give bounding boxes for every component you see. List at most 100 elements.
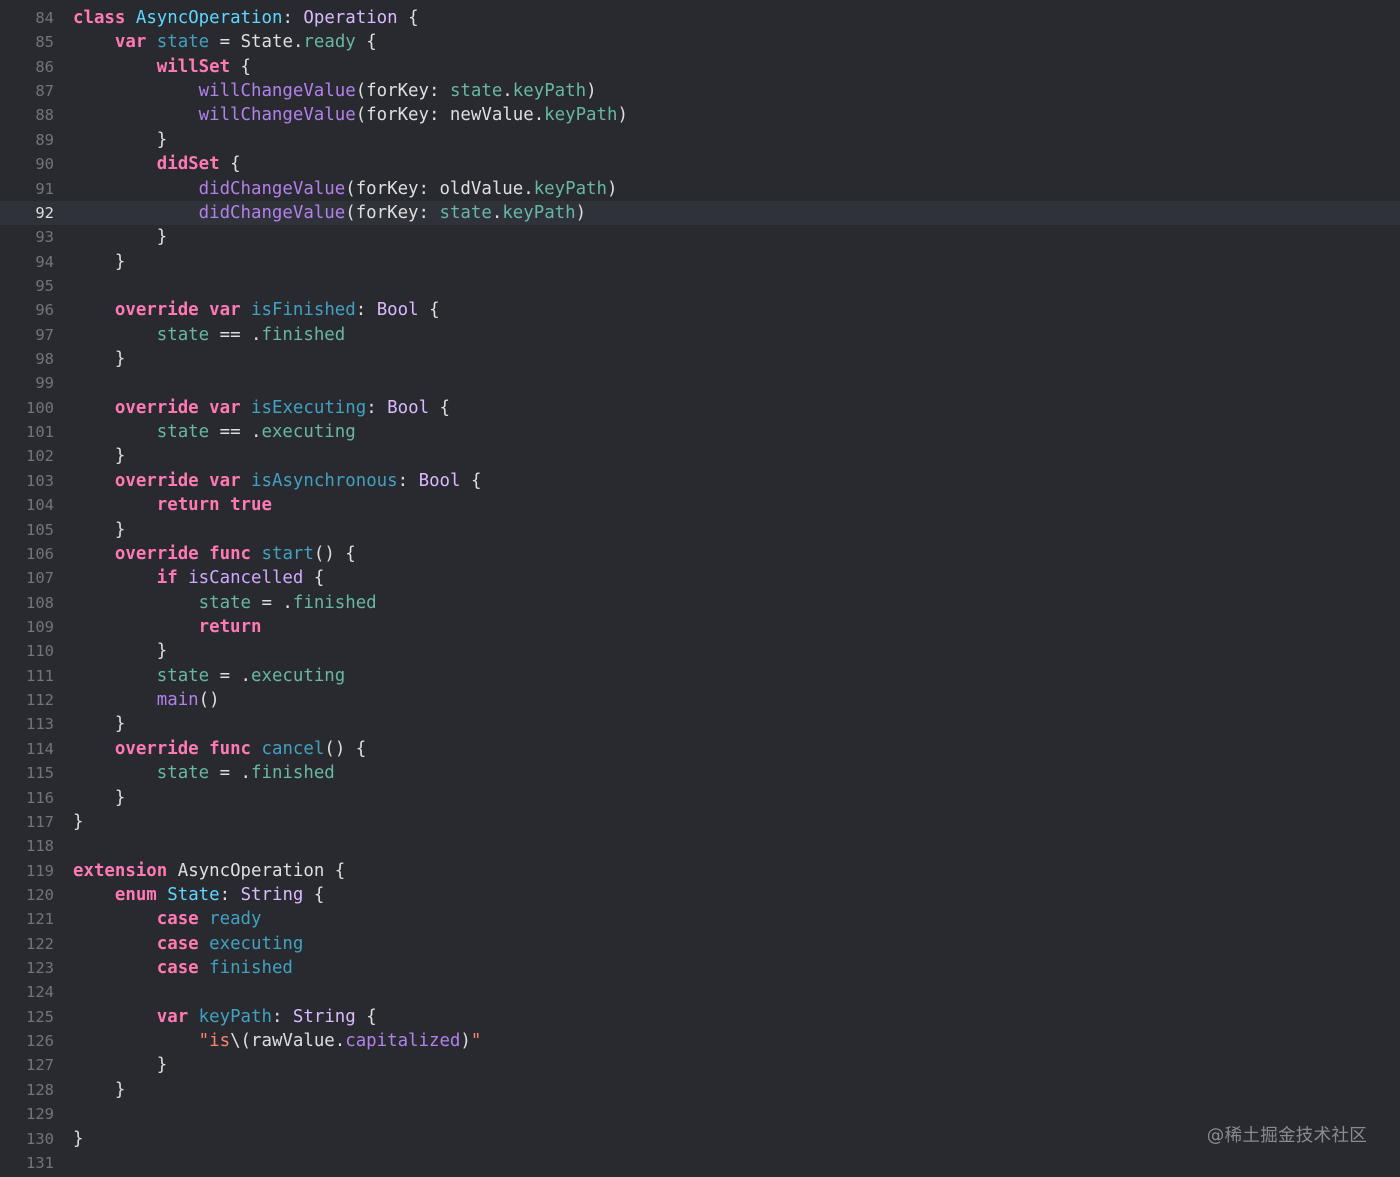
code-line[interactable]: 103 override var isAsynchronous: Bool { — [0, 469, 1400, 493]
code-line[interactable]: 96 override var isFinished: Bool { — [0, 298, 1400, 322]
code-line[interactable]: 93 } — [0, 225, 1400, 249]
code-line[interactable]: 104 return true — [0, 493, 1400, 517]
code-token: func — [209, 738, 252, 759]
code-line[interactable]: 102 } — [0, 444, 1400, 468]
code-token: var — [114, 32, 147, 53]
code-line[interactable]: 115 state = .finished — [0, 761, 1400, 785]
code-line[interactable]: 88 willChangeValue(forKey: newValue.keyP… — [0, 103, 1400, 127]
code-line[interactable]: 105 } — [0, 518, 1400, 542]
code-text: } — [73, 250, 125, 274]
code-token: } — [73, 1128, 84, 1149]
code-line[interactable]: 99 — [0, 371, 1400, 395]
code-line[interactable]: 123 case finished — [0, 956, 1400, 980]
code-line[interactable]: 111 state = .executing — [0, 664, 1400, 688]
line-number: 115 — [26, 764, 54, 783]
code-line[interactable]: 121 case ready — [0, 907, 1400, 931]
code-line[interactable]: 119 extension AsyncOperation { — [0, 859, 1400, 883]
code-line[interactable]: 94 } — [0, 250, 1400, 274]
code-line[interactable]: 112 main() — [0, 688, 1400, 712]
code-token: var — [209, 470, 241, 491]
code-text: } — [73, 444, 125, 468]
code-line[interactable]: 122 case executing — [0, 932, 1400, 956]
code-line[interactable]: 113 } — [0, 712, 1400, 736]
line-number: 130 — [26, 1129, 54, 1148]
code-line[interactable]: 124 — [0, 980, 1400, 1004]
code-line[interactable]: 107 if isCancelled { — [0, 566, 1400, 590]
code-token: } — [73, 787, 126, 808]
line-number: 96 — [35, 301, 54, 320]
code-text: var state = State.ready { — [73, 30, 377, 54]
code-line[interactable]: 108 state = .finished — [0, 591, 1400, 615]
line-number: 108 — [26, 593, 54, 612]
code-text: return — [73, 615, 262, 639]
code-line[interactable]: 97 state == .finished — [0, 323, 1400, 347]
code-line[interactable]: 89 } — [0, 128, 1400, 152]
line-number: 95 — [35, 276, 54, 295]
code-text: main() — [73, 688, 220, 712]
code-line[interactable]: 114 override func cancel() { — [0, 737, 1400, 761]
code-text: state = .finished — [73, 591, 377, 615]
code-token: { — [303, 568, 325, 589]
code-line[interactable]: 127 } — [0, 1053, 1400, 1077]
code-text: } — [73, 786, 125, 810]
code-line[interactable]: 98 } — [0, 347, 1400, 371]
code-token: { — [355, 32, 377, 53]
line-number: 91 — [35, 179, 54, 198]
code-text: didChangeValue(forKey: state.keyPath) — [73, 201, 586, 225]
code-editor[interactable]: 84 class AsyncOperation: Operation {85 va… — [0, 6, 1400, 1175]
line-number: 118 — [26, 837, 54, 856]
code-token: = . — [251, 592, 293, 613]
code-token: keyPath — [512, 81, 587, 102]
code-text: case executing — [73, 932, 304, 956]
code-text: didChangeValue(forKey: oldValue.keyPath) — [73, 177, 618, 201]
code-token: override — [114, 543, 199, 564]
code-line[interactable]: 92 didChangeValue(forKey: state.keyPath) — [0, 200, 1400, 226]
code-line[interactable]: 86 willSet { — [0, 55, 1400, 79]
code-line[interactable]: 106 override func start() { — [0, 542, 1400, 566]
code-token: isFinished — [251, 300, 356, 321]
code-line[interactable]: 129 — [0, 1102, 1400, 1126]
code-token: . — [491, 202, 503, 223]
code-text: var keyPath: String { — [73, 1005, 377, 1029]
line-number: 98 — [35, 350, 54, 369]
code-line[interactable]: 87 willChangeValue(forKey: state.keyPath… — [0, 79, 1400, 103]
code-line[interactable]: 84 class AsyncOperation: Operation { — [0, 6, 1400, 30]
code-token: start — [261, 543, 314, 564]
code-token: isCancelled — [188, 568, 304, 589]
code-line[interactable]: 128 } — [0, 1078, 1400, 1102]
code-line[interactable]: 130} — [0, 1127, 1400, 1151]
code-token: state — [156, 324, 210, 345]
code-line[interactable]: 131 — [0, 1151, 1400, 1175]
code-line[interactable]: 118 — [0, 834, 1400, 858]
code-token: ) — [607, 178, 618, 199]
code-line[interactable]: 109 return — [0, 615, 1400, 639]
code-token: enum — [114, 884, 157, 905]
code-token: == . — [209, 422, 262, 443]
code-token: ) — [460, 1031, 471, 1052]
code-line[interactable]: 126 "is\(rawValue.capitalized)" — [0, 1029, 1400, 1053]
code-line[interactable]: 120 enum State: String { — [0, 883, 1400, 907]
code-line[interactable]: 117} — [0, 810, 1400, 834]
code-token: () { — [324, 738, 367, 759]
code-line[interactable]: 116 } — [0, 786, 1400, 810]
code-token: override — [114, 738, 199, 759]
code-line[interactable]: 95 — [0, 274, 1400, 298]
code-line[interactable]: 90 didSet { — [0, 152, 1400, 176]
code-line[interactable]: 91 didChangeValue(forKey: oldValue.keyPa… — [0, 177, 1400, 201]
code-line[interactable]: 110 } — [0, 639, 1400, 663]
code-line[interactable]: 125 var keyPath: String { — [0, 1005, 1400, 1029]
line-number: 89 — [35, 130, 54, 149]
code-token: . — [292, 32, 304, 53]
code-line[interactable]: 101 state == .executing — [0, 420, 1400, 444]
code-token: willChangeValue — [198, 105, 356, 126]
code-token: { — [397, 8, 419, 28]
code-line[interactable]: 100 override var isExecuting: Bool { — [0, 396, 1400, 420]
code-line[interactable]: 85 var state = State.ready { — [0, 30, 1400, 54]
code-token: } — [73, 227, 168, 248]
code-token: String — [240, 884, 304, 905]
